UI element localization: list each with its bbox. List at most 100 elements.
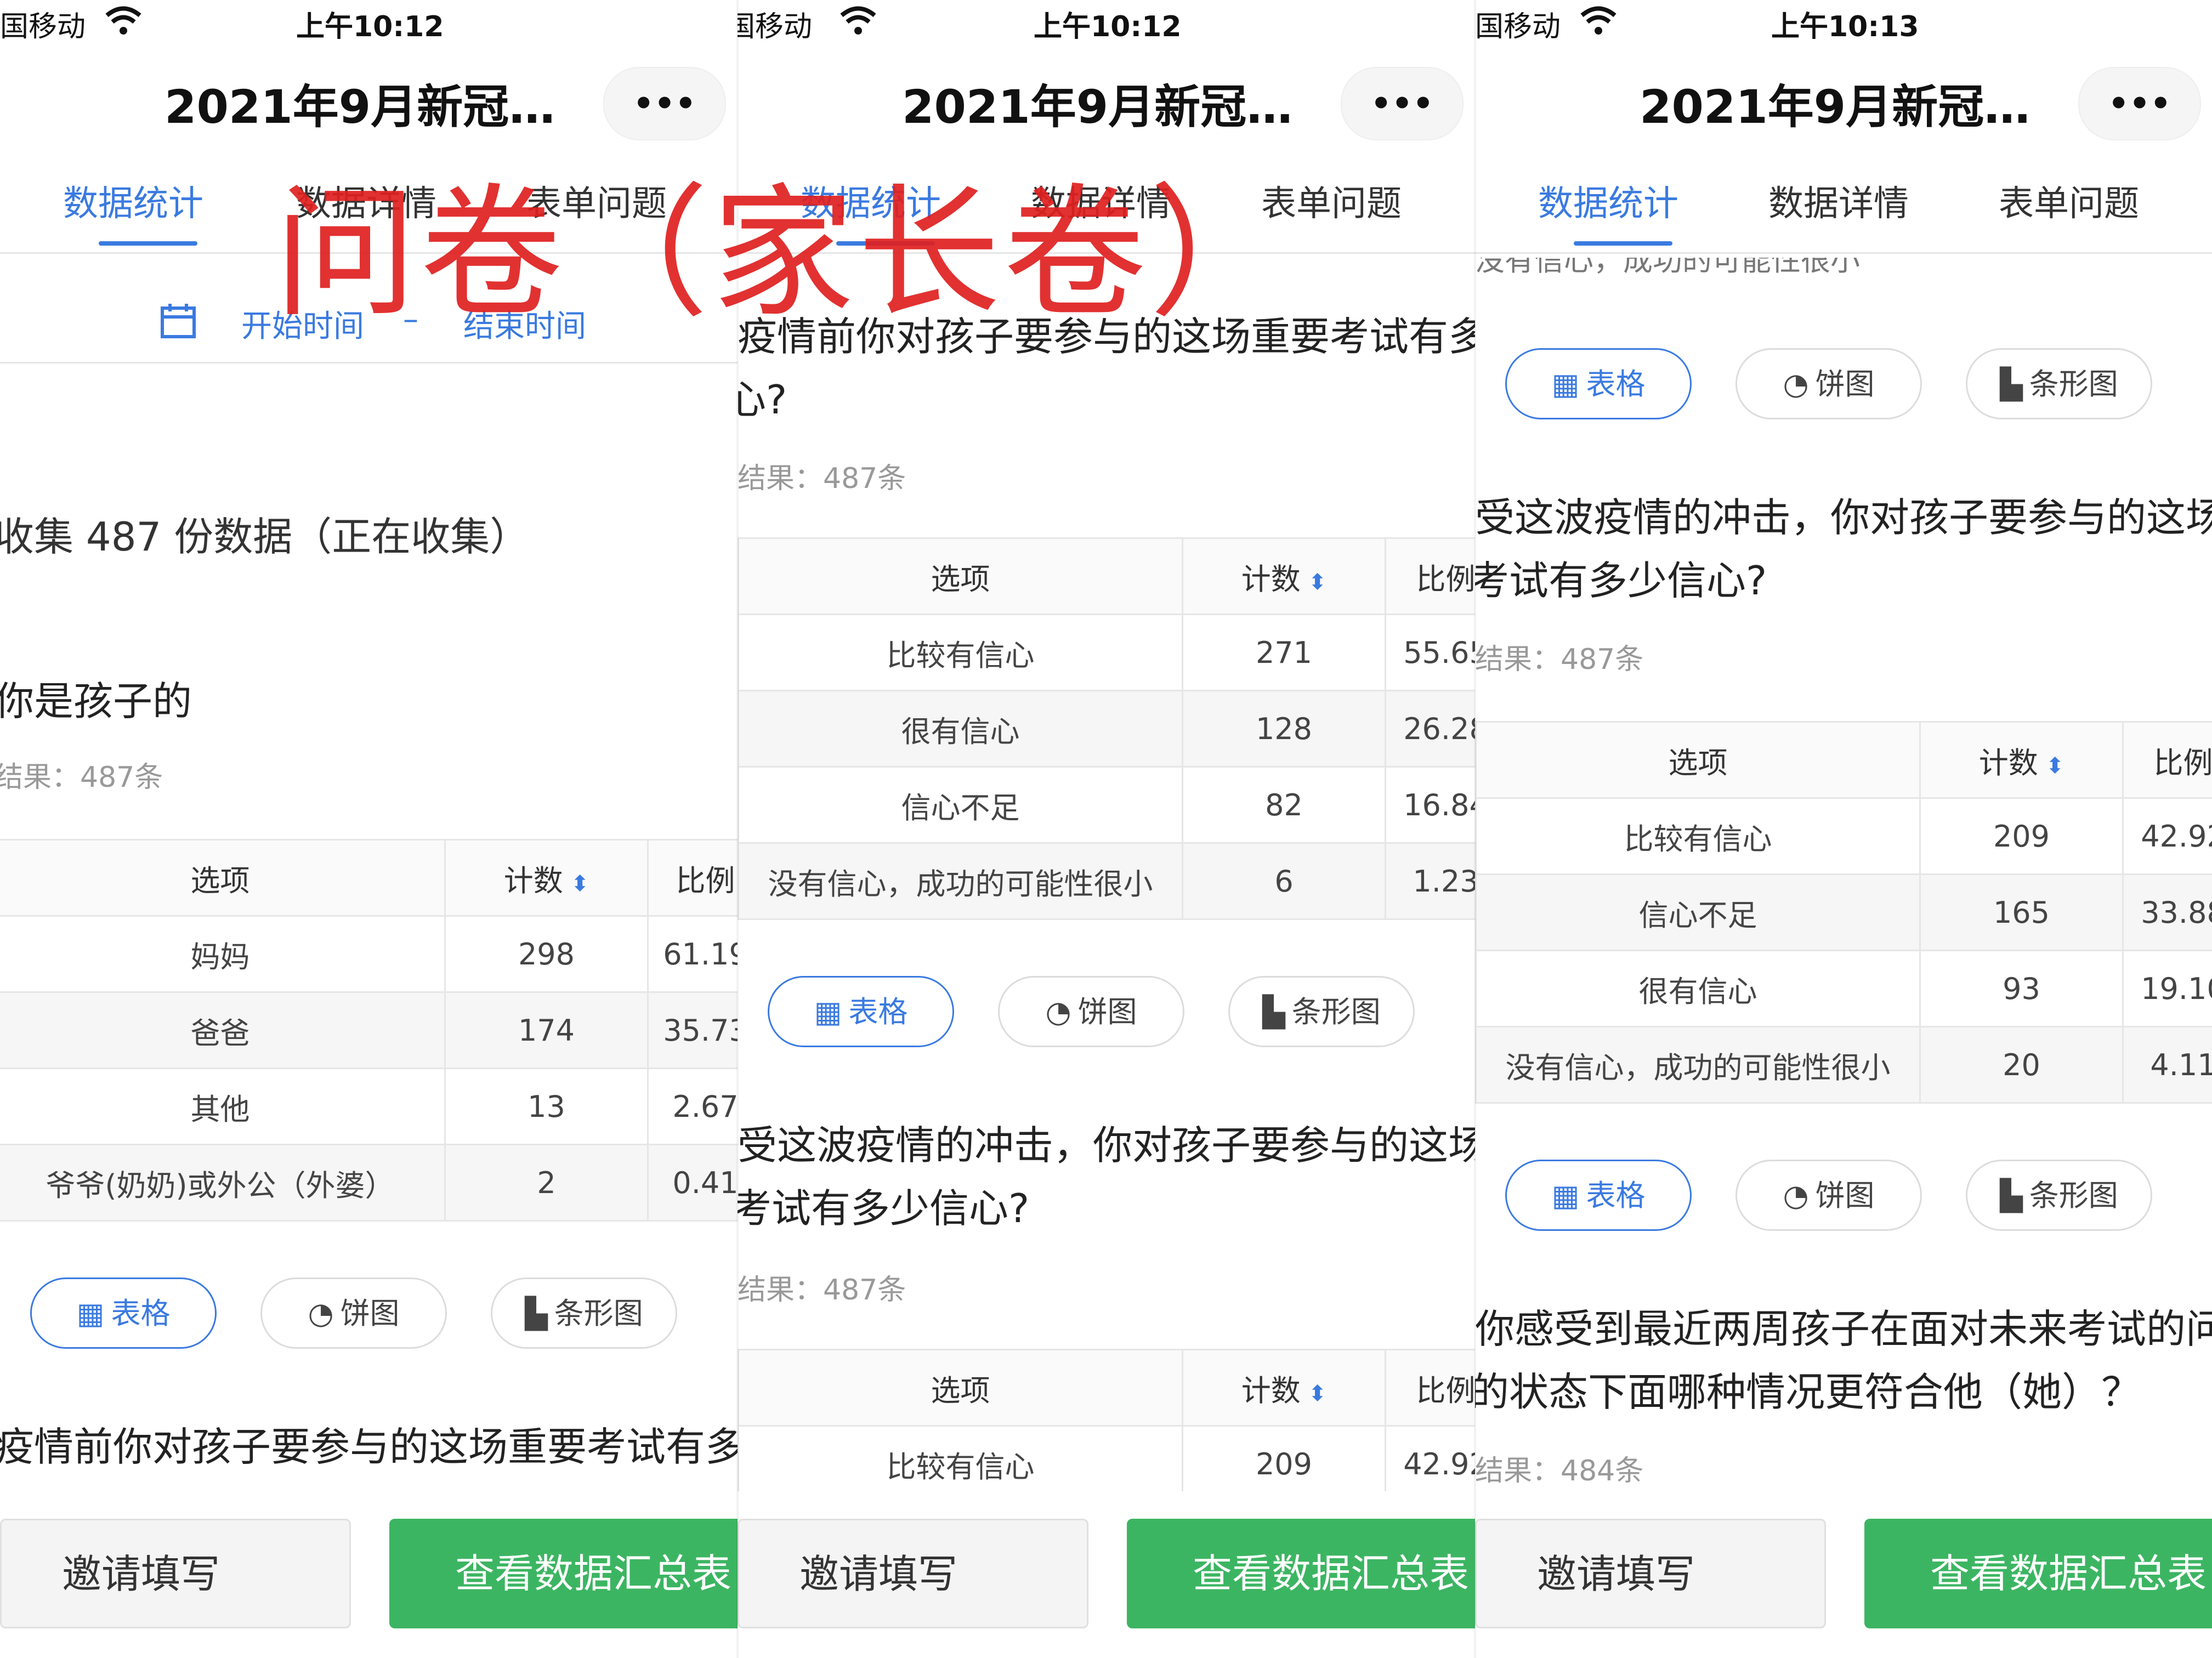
view-pie-label: 饼图 xyxy=(1815,367,1875,401)
more-button[interactable]: ••• xyxy=(603,67,726,140)
table-row: 妈妈 298 61.19 xyxy=(0,915,738,993)
status-bar: 国移动 上午10:13 xyxy=(1475,0,2212,44)
more-button[interactable]: ••• xyxy=(1341,67,1464,140)
view-table-label: 表格 xyxy=(1586,367,1646,401)
table-row: 比较有信心 271 55.65 xyxy=(738,614,1475,691)
question-title-cont: 考试有多少信心? xyxy=(738,1185,1030,1231)
view-table-button[interactable]: ▦ 表格 xyxy=(1505,348,1692,419)
view-table-button[interactable]: ▦ 表格 xyxy=(1505,1160,1692,1231)
pie-chart-icon: ◔ xyxy=(308,1296,334,1331)
page-title: 2021年9月新冠… xyxy=(165,80,555,134)
bottom-action-bar: 邀请填写 查看数据汇总表 xyxy=(738,1491,1475,1658)
view-bar-label: 条形图 xyxy=(554,1296,643,1331)
more-button[interactable]: ••• xyxy=(2078,67,2201,140)
tab-questions[interactable]: 表单问题 xyxy=(1999,175,2139,226)
cell-count: 209 xyxy=(1919,797,2124,875)
calendar-icon[interactable] xyxy=(159,302,197,340)
question-title: 你感受到最近两周孩子在面对未来考试的问 xyxy=(1475,1306,2212,1352)
column-header-count[interactable]: 计数 ⬍ xyxy=(444,839,649,917)
cell-count: 82 xyxy=(1182,766,1386,844)
question-title-cont: 心? xyxy=(738,377,787,423)
cell-count: 209 xyxy=(1182,1425,1386,1503)
collect-count-text: 收集 487 份数据（正在收集） xyxy=(0,514,530,560)
invite-button[interactable]: 邀请填写 xyxy=(738,1519,1088,1628)
cell-count: 20 xyxy=(1919,1026,2124,1104)
question-result-count: 结果：487条 xyxy=(0,761,163,794)
screenshot-collage: 国移动 上午10:12 2021年9月新冠… ••• 数据统计 数据详情 表单问… xyxy=(0,0,2212,1658)
tab-details[interactable]: 数据详情 xyxy=(1768,175,1909,226)
view-pie-button[interactable]: ◔ 饼图 xyxy=(998,976,1184,1047)
table-row: 没有信心，成功的可能性很小 20 4.11 xyxy=(1475,1026,2212,1104)
table-row: 很有信心 128 26.28 xyxy=(738,690,1475,768)
result-table: 选项 计数 ⬍ 比例 比较有信心 209 42.92 信心不足 165 33.88… xyxy=(1475,721,2212,1104)
result-table: 选项 计数 ⬍ 比例 比较有信心 271 55.65 很有信心 128 26.28… xyxy=(738,537,1475,920)
table-row: 信心不足 165 33.88 xyxy=(1475,873,2212,951)
grid-icon: ▦ xyxy=(76,1296,105,1331)
table-row: 没有信心，成功的可能性很小 6 1.23 xyxy=(738,842,1475,920)
view-table-button[interactable]: ▦ 表格 xyxy=(30,1277,217,1349)
cell-option: 比较有信心 xyxy=(738,614,1183,691)
view-pie-label: 饼图 xyxy=(340,1296,400,1331)
pie-chart-icon: ◔ xyxy=(1783,367,1809,401)
cell-ratio: 33.88 xyxy=(2122,873,2212,951)
sort-icon[interactable]: ⬍ xyxy=(1308,1381,1327,1406)
cell-option: 爷爷(奶奶)或外公（外婆） xyxy=(0,1144,446,1222)
view-bar-button[interactable]: ▙ 条形图 xyxy=(1966,1160,2152,1231)
table-row: 比较有信心 209 42.92 xyxy=(1475,797,2212,875)
column-header-count[interactable]: 计数 ⬍ xyxy=(1919,721,2124,799)
cell-count: 128 xyxy=(1182,690,1386,768)
view-pie-button[interactable]: ◔ 饼图 xyxy=(1735,348,1922,419)
view-pie-button[interactable]: ◔ 饼图 xyxy=(260,1277,447,1349)
clock: 上午10:12 xyxy=(296,10,444,43)
wifi-icon xyxy=(840,6,876,35)
active-tab-indicator xyxy=(99,241,197,246)
title-bar: 2021年9月新冠… ••• xyxy=(1475,60,2212,140)
view-table-button[interactable]: ▦ 表格 xyxy=(768,976,954,1047)
view-pie-button[interactable]: ◔ 饼图 xyxy=(1735,1160,1922,1231)
question-result-count: 结果：487条 xyxy=(738,462,906,495)
cell-option: 没有信心，成功的可能性很小 xyxy=(738,842,1183,920)
screen-divider xyxy=(1474,0,1476,1658)
cell-ratio: 1.23 xyxy=(1385,842,1475,920)
column-header-count[interactable]: 计数 ⬍ xyxy=(1182,537,1386,615)
view-summary-button[interactable]: 查看数据汇总表 xyxy=(1127,1519,1475,1628)
sort-icon[interactable]: ⬍ xyxy=(2046,753,2064,779)
column-header-count[interactable]: 计数 ⬍ xyxy=(1182,1349,1386,1427)
view-bar-button[interactable]: ▙ 条形图 xyxy=(491,1277,677,1349)
column-header-ratio: 比例 xyxy=(647,839,738,917)
status-bar: 国移动 上午10:12 xyxy=(0,0,738,44)
sort-icon[interactable]: ⬍ xyxy=(1308,570,1327,595)
status-bar: 国移动 上午10:12 xyxy=(738,0,1475,44)
view-summary-button[interactable]: 查看数据汇总表 xyxy=(389,1519,738,1628)
tab-statistics[interactable]: 数据统计 xyxy=(63,175,203,226)
cell-ratio: 61.19 xyxy=(647,915,738,993)
column-header-option: 选项 xyxy=(0,839,446,917)
carrier-label: 国移动 xyxy=(1475,10,1561,43)
cell-option: 其他 xyxy=(0,1068,446,1145)
cell-count: 271 xyxy=(1182,614,1386,691)
table-row: 信心不足 82 16.84 xyxy=(738,766,1475,844)
question-title-cont: 考试有多少信心? xyxy=(1475,558,1767,604)
cell-ratio: 55.65 xyxy=(1385,614,1475,691)
sort-icon[interactable]: ⬍ xyxy=(571,871,589,896)
invite-button[interactable]: 邀请填写 xyxy=(0,1519,351,1628)
view-bar-button[interactable]: ▙ 条形图 xyxy=(1228,976,1415,1047)
cell-option: 信心不足 xyxy=(1475,873,1921,951)
tab-statistics[interactable]: 数据统计 xyxy=(1538,175,1678,226)
view-bar-label: 条形图 xyxy=(2029,1178,2118,1213)
cell-count: 2 xyxy=(444,1144,649,1222)
cell-count: 298 xyxy=(444,915,649,993)
view-summary-button[interactable]: 查看数据汇总表 xyxy=(1864,1519,2212,1628)
page-title: 2021年9月新冠… xyxy=(902,80,1293,134)
view-bar-button[interactable]: ▙ 条形图 xyxy=(1966,348,2152,419)
invite-button[interactable]: 邀请填写 xyxy=(1475,1519,1826,1628)
bar-chart-icon: ▙ xyxy=(2000,367,2023,401)
view-bar-label: 条形图 xyxy=(2029,367,2118,401)
cell-ratio: 0.41 xyxy=(647,1144,738,1222)
cell-ratio: 35.73 xyxy=(647,991,738,1069)
column-header-option: 选项 xyxy=(1475,721,1921,799)
cell-ratio: 2.67 xyxy=(647,1068,738,1145)
bar-chart-icon: ▙ xyxy=(2000,1178,2023,1213)
wifi-icon xyxy=(1580,6,1617,35)
cell-count: 174 xyxy=(444,991,649,1069)
